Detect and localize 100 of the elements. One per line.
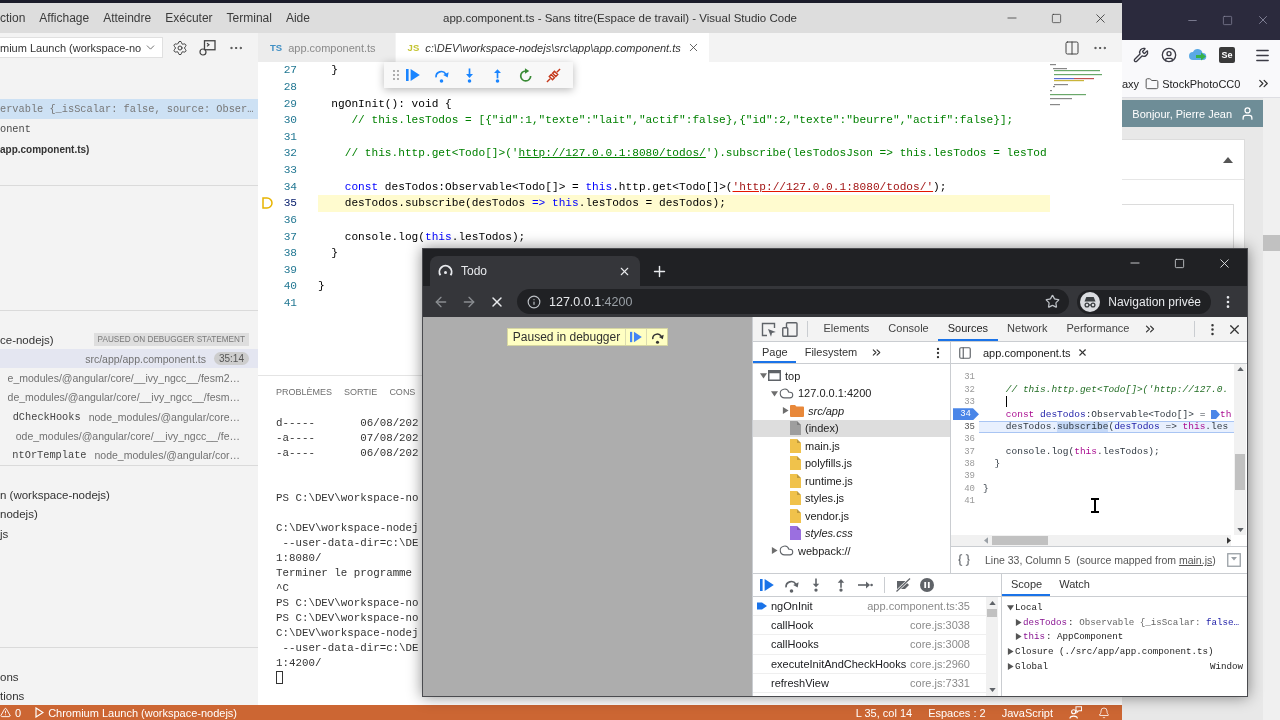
triangle-right-icon[interactable] — [1015, 618, 1022, 626]
source-file-tab[interactable]: app.component.ts — [983, 342, 1089, 363]
scroll-up-icon[interactable] — [988, 601, 996, 605]
arrow-tag-icon[interactable] — [1211, 409, 1221, 419]
triangle-right-icon[interactable] — [781, 407, 789, 415]
panel-tab[interactable]: PROBLÈMES — [276, 386, 333, 397]
panel-toggle-icon[interactable] — [1227, 553, 1241, 567]
tree-item[interactable]: js — [0, 524, 9, 544]
indentation-status[interactable]: Espaces : 2 — [928, 706, 986, 719]
cursor-box-icon[interactable] — [760, 321, 776, 337]
close-icon[interactable] — [1077, 347, 1089, 358]
file-tree-item[interactable]: styles.js — [753, 489, 950, 507]
file-tree-item[interactable]: polyfills.js — [753, 454, 950, 472]
devtools-tab[interactable]: Network — [997, 317, 1057, 341]
bookmark-item[interactable]: axy — [1122, 77, 1140, 90]
file-tree-item[interactable]: styles.css — [753, 524, 950, 542]
step-icon[interactable] — [857, 580, 874, 590]
tree-item[interactable]: nodejs) — [0, 504, 38, 524]
triangle-right-icon[interactable] — [770, 547, 778, 555]
scrollbar-thumb[interactable] — [1235, 454, 1245, 490]
call-stack-frame[interactable]: ntOrTemplate node_modules/@angular/cor… — [0, 445, 258, 465]
extension-badge[interactable]: Se — [1219, 47, 1235, 63]
variable-row[interactable]: onent — [0, 119, 258, 139]
call-frame[interactable]: ngOnInit app.component.ts:35 — [753, 597, 986, 617]
resume-icon[interactable] — [630, 331, 643, 343]
problems-status[interactable]: 0 — [0, 706, 22, 719]
tree-item[interactable]: n (workspace-nodejs) — [0, 485, 110, 505]
file-tree-item[interactable]: 127.0.0.1:4200 — [753, 384, 950, 402]
star-icon[interactable] — [1045, 294, 1061, 309]
account-icon[interactable] — [1161, 47, 1177, 63]
call-stack-frame[interactable]: de_modules/@angular/core/__ivy_ngcc__/fesm… — [0, 387, 258, 407]
scroll-down-icon[interactable] — [1236, 528, 1244, 532]
menu-item[interactable]: Atteindre — [103, 11, 152, 25]
language-status[interactable]: JavaScript — [1001, 706, 1053, 719]
slashed-tag-icon[interactable] — [894, 578, 911, 592]
wrench-icon[interactable] — [1133, 47, 1149, 63]
call-stack-frame[interactable]: src/app/app.component.ts 35:14 — [0, 349, 258, 369]
file-tree-item[interactable]: src/app — [753, 402, 950, 420]
console-icon[interactable] — [199, 39, 216, 56]
phone-tablet-icon[interactable] — [782, 321, 798, 337]
triangle-down-icon[interactable] — [1007, 603, 1014, 611]
panel-tab[interactable]: CONS — [389, 386, 416, 397]
launch-config-dropdown[interactable]: mium Launch (workspace-no — [0, 37, 163, 58]
tree-item[interactable]: tions — [0, 686, 25, 706]
scope-tree-item[interactable]: this: AppComponent — [1002, 629, 1247, 645]
plug-icon[interactable] — [545, 67, 561, 83]
menu-item[interactable]: Terminal — [226, 11, 272, 25]
debug-session-status[interactable]: Chromium Launch (workspace-nodejs) — [35, 706, 238, 719]
tree-item[interactable]: ons — [0, 667, 19, 687]
menu-item[interactable]: ction — [0, 11, 26, 25]
triangle-down-icon[interactable] — [759, 372, 767, 380]
editor-tab[interactable]: JS c:\DEV\workspace-nodejs\src\app\app.component.ts — [395, 33, 710, 62]
scope-tree-item[interactable]: Closure (./src/app/app.component.ts) — [1002, 644, 1247, 659]
file-tree-item[interactable]: top — [753, 367, 950, 385]
devtools-tab[interactable]: Performance — [1056, 317, 1139, 341]
scroll-up-icon[interactable] — [1236, 367, 1244, 371]
scope-tree-item[interactable]: desTodos: Observable {_isScalar: false… — [1002, 614, 1247, 630]
resume-icon[interactable] — [406, 68, 420, 82]
scrollbar-thumb[interactable] — [992, 536, 1048, 545]
scope-tree-item[interactable]: Global Window — [1002, 658, 1247, 674]
maximize-icon[interactable] — [1050, 12, 1062, 24]
panel-tab[interactable]: SORTIE — [344, 386, 378, 397]
triangle-right-icon[interactable] — [1015, 633, 1022, 641]
feedback-icon[interactable] — [1069, 706, 1082, 719]
scrollbar-thumb[interactable] — [987, 609, 997, 617]
call-frame[interactable]: callHooks core.js:3008 — [753, 635, 986, 655]
line-number[interactable]: 34 — [953, 408, 979, 421]
devtools-tab[interactable]: Console — [878, 317, 939, 341]
debug-session-name[interactable]: ce-nodejs) — [0, 333, 54, 346]
triangle-right-icon[interactable] — [1007, 647, 1014, 655]
restart-icon[interactable] — [517, 67, 533, 83]
triangle-down-icon[interactable] — [770, 389, 778, 397]
scope-tab[interactable]: Watch — [1050, 574, 1098, 596]
file-tree-item[interactable]: (index) — [753, 419, 950, 437]
call-frame[interactable]: callHook core.js:3038 — [753, 616, 986, 636]
devtools-tab[interactable]: Elements — [814, 317, 879, 341]
call-stack-frame[interactable]: e_modules/@angular/core/__ivy_ngcc__/fesm2… — [0, 368, 258, 388]
file-tree-item[interactable]: main.js — [753, 437, 950, 455]
split-editor-icon[interactable] — [1064, 39, 1080, 56]
address-bar[interactable]: 127.0.0.1:4200 — [517, 289, 1070, 314]
call-stack-frame[interactable]: ode_modules/@angular/core/__ivy_ngcc__/fe… — [0, 426, 258, 446]
call-frame[interactable]: refreshView core.js:7331 — [753, 673, 986, 693]
pause-circle-icon[interactable] — [920, 578, 935, 592]
scope-tree-item[interactable]: Local — [1002, 600, 1247, 615]
navigator-tab[interactable]: Filesystem — [795, 342, 866, 363]
bookmark-item[interactable]: StockPhotoCC0 — [1145, 76, 1241, 91]
browser-tab[interactable]: Todo — [430, 256, 640, 286]
menu-item[interactable]: Exécuter — [165, 11, 213, 25]
scrollbar-thumb[interactable] — [1263, 235, 1280, 251]
settings-icon[interactable] — [172, 39, 188, 56]
file-tree-item[interactable]: vendor.js — [753, 507, 950, 525]
cursor-position-status[interactable]: L 35, col 14 — [855, 706, 913, 719]
braces-icon[interactable] — [957, 553, 971, 567]
bell-icon[interactable] — [1098, 706, 1110, 719]
resume-icon[interactable] — [760, 578, 775, 592]
menu-item[interactable]: Affichage — [39, 11, 90, 25]
cloud-arrow-icon[interactable] — [1189, 48, 1207, 62]
triangle-right-icon[interactable] — [1007, 662, 1014, 670]
menu-item[interactable]: Aide — [285, 11, 310, 25]
step-over-icon[interactable] — [650, 330, 664, 344]
